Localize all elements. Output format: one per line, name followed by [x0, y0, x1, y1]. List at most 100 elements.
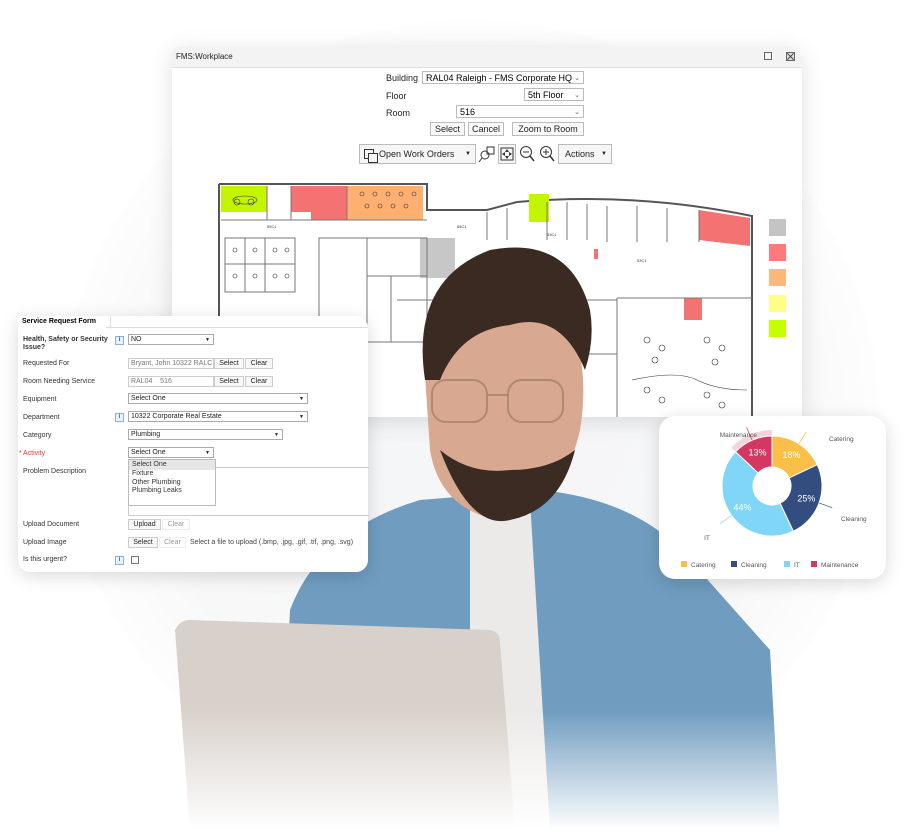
info-icon[interactable]: i — [115, 556, 124, 565]
room-highlight-green[interactable] — [529, 194, 549, 222]
activity-value: Select One — [131, 449, 166, 456]
caret-down-icon: ▼ — [465, 151, 471, 157]
zoom-to-room-button[interactable]: Zoom to Room — [512, 122, 584, 136]
hss-value: NO — [131, 336, 142, 343]
data-label: 44% — [733, 502, 751, 512]
category-label: Cleaning — [841, 516, 867, 523]
activity-select[interactable]: Select One ▼ — [128, 447, 214, 458]
info-icon[interactable]: i — [115, 336, 124, 345]
room-needing-service-label: Room Needing Service — [23, 378, 95, 385]
room-needing-service-input[interactable]: RAL04 516 — [128, 376, 214, 387]
legend-label[interactable]: Maintenance — [821, 562, 859, 569]
window-titlebar: FMS:Workplace — [172, 47, 802, 68]
zoom-in-button[interactable] — [538, 144, 556, 164]
room-highlight-orange[interactable] — [347, 186, 423, 220]
building-select[interactable]: RAL04 Raleigh - FMS Corporate HQ ⌄ — [422, 71, 584, 84]
floor-value: 5th Floor — [528, 90, 564, 100]
requested-for-select-button[interactable]: Select — [214, 358, 244, 369]
actions-label: Actions — [565, 149, 595, 159]
building-value: RAL04 Raleigh - FMS Corporate HQ — [426, 73, 573, 83]
data-label: 25% — [797, 493, 815, 503]
legend-label[interactable]: Catering — [691, 562, 716, 569]
window-title: FMS:Workplace — [176, 52, 233, 61]
legend-swatch — [681, 561, 687, 567]
caret-down-icon: ▼ — [205, 450, 210, 456]
maximize-icon[interactable] — [764, 52, 772, 60]
chevron-down-icon: ⌄ — [574, 92, 580, 99]
zoom-window-button[interactable] — [478, 144, 496, 164]
layer-label: Open Work Orders — [379, 149, 455, 159]
close-icon[interactable] — [786, 52, 795, 61]
activity-options-menu: Select One Fixture Other Plumbing Plumbi… — [128, 459, 216, 506]
zoom-out-button[interactable] — [518, 144, 536, 164]
caret-down-icon: ▼ — [299, 396, 304, 402]
floor-label: Floor — [386, 91, 407, 101]
info-icon[interactable]: i — [115, 413, 124, 422]
building-label: Building — [386, 73, 419, 83]
upload-document-clear-button[interactable]: Clear — [162, 519, 190, 530]
zoom-extents-button[interactable] — [498, 144, 516, 164]
activity-label: Activity — [23, 450, 46, 457]
legend-label[interactable]: IT — [794, 562, 800, 569]
label-connector — [798, 431, 807, 444]
room-clear-button[interactable]: Clear — [245, 376, 273, 387]
required-mark: * — [19, 450, 22, 457]
zoom-out-icon — [520, 146, 535, 162]
upload-image-label: Upload Image — [23, 539, 67, 546]
label-connector — [818, 502, 833, 509]
data-label: 18% — [783, 450, 801, 460]
hss-label: Health, Safety or Security Issue? — [23, 336, 108, 351]
caret-down-icon: ▼ — [274, 432, 279, 438]
hss-select[interactable]: NO ▼ — [128, 334, 214, 345]
layer-dropdown[interactable]: Open Work Orders ▼ — [359, 144, 476, 164]
urgent-label: Is this urgent? — [23, 556, 67, 563]
upload-hint: Select a file to upload (.bmp, .jpg, .gi… — [190, 539, 354, 546]
upload-button[interactable]: Upload — [128, 519, 161, 530]
room-highlight-red[interactable] — [311, 186, 347, 220]
donut-chart: 18% Catering 25% Cleaning 44% IT 13% Maintenanc… — [681, 427, 867, 569]
actions-dropdown[interactable]: Actions ▼ — [558, 144, 612, 164]
cancel-button[interactable]: Cancel — [468, 122, 504, 136]
category-label: Category — [23, 432, 52, 439]
legend-swatch — [784, 561, 790, 567]
activity-option[interactable]: Select One — [129, 460, 215, 470]
activity-option[interactable]: Other Plumbing — [129, 479, 215, 488]
equipment-select[interactable]: Select One ▼ — [128, 393, 308, 404]
department-select[interactable]: 10322 Corporate Real Estate ▼ — [128, 411, 308, 422]
equipment-label: Equipment — [23, 396, 57, 403]
category-label: IT — [704, 535, 710, 542]
problem-description-label: Problem Description — [23, 468, 87, 475]
select-button[interactable]: Select — [430, 122, 465, 136]
requested-for-input[interactable]: Bryant, John 10322 RALC — [128, 358, 214, 369]
upload-image-select-button[interactable]: Select — [128, 537, 158, 548]
upload-image-clear-button[interactable]: Clear — [159, 537, 186, 548]
room-select[interactable]: 516 ⌄ — [456, 105, 584, 118]
legend-swatch — [731, 561, 737, 567]
label-connector — [720, 515, 732, 524]
room-select-button[interactable]: Select — [214, 376, 244, 387]
requested-for-label: Requested For — [23, 360, 70, 367]
data-label: 13% — [748, 448, 766, 458]
urgent-checkbox[interactable] — [131, 556, 139, 564]
zoom-window-icon — [478, 146, 495, 163]
room-highlight-green[interactable] — [221, 186, 267, 212]
layers-icon — [364, 149, 378, 163]
tab-divider — [106, 327, 368, 328]
activity-option[interactable]: Fixture — [129, 470, 215, 479]
room-highlight-red[interactable] — [291, 186, 311, 212]
svg-text:55C1: 55C1 — [267, 224, 277, 229]
legend-label[interactable]: Cleaning — [741, 562, 767, 569]
requested-for-clear-button[interactable]: Clear — [245, 358, 273, 369]
caret-down-icon: ▼ — [299, 414, 304, 420]
upload-document-label: Upload Document — [23, 521, 80, 528]
svg-text:55C1: 55C1 — [457, 224, 467, 229]
floor-select[interactable]: 5th Floor ⌄ — [524, 88, 584, 101]
department-label: Department — [23, 414, 60, 421]
category-select[interactable]: Plumbing ▼ — [128, 429, 283, 440]
chevron-down-icon: ⌄ — [574, 75, 580, 82]
tab-service-request-form[interactable]: Service Request Form — [18, 316, 111, 329]
zoom-in-icon — [540, 146, 555, 162]
service-request-form: Service Request Form Health, Safety or S… — [18, 316, 369, 572]
room-value: 516 — [460, 107, 476, 117]
activity-option[interactable]: Plumbing Leaks — [129, 487, 215, 496]
